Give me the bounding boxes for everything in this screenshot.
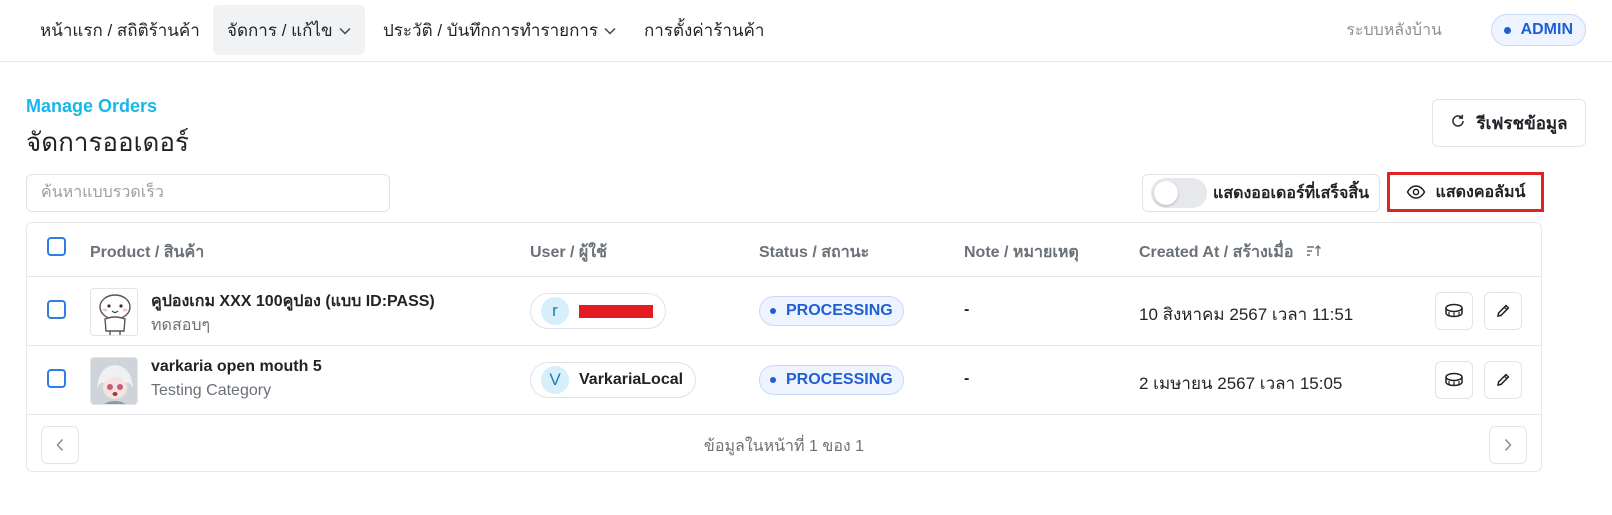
nav-item-label: ประวัติ / บันทึกการทำรายการ	[383, 20, 599, 40]
status-badge: PROCESSING	[759, 365, 904, 395]
toggle-knob	[1154, 181, 1178, 205]
table-header: Product / สินค้า User / ผู้ใช้ Status / …	[27, 223, 1541, 277]
pagination-text: ข้อมูลในหน้าที่ 1 ของ 1	[703, 438, 865, 455]
chevron-down-icon	[604, 24, 616, 38]
column-header-created-label: Created At / สร้างเมื่อ	[1139, 244, 1294, 261]
product-name: คูปองเกม XXX 100คูปอง (แบบ ID:PASS)	[151, 293, 435, 310]
column-header-product: Product / สินค้า	[90, 244, 205, 261]
redacted-username	[579, 304, 653, 318]
coin-action-button[interactable]	[1435, 292, 1473, 330]
toggle-label: แสดงออเดอร์ที่เสร็จสิ้น	[1213, 184, 1370, 202]
product-category: ทดสอบๆ	[151, 317, 211, 334]
product-category: Testing Category	[151, 382, 272, 399]
coin-stack-icon	[1445, 372, 1463, 387]
column-header-note: Note / หมายเหตุ	[964, 244, 1079, 261]
page-eyebrow: Manage Orders	[26, 96, 158, 116]
created-at-value: 10 สิงหาคม 2567 เวลา 11:51	[1139, 305, 1354, 324]
product-thumbnail	[90, 357, 138, 405]
column-header-created[interactable]: Created At / สร้างเมื่อ	[1139, 240, 1322, 265]
avatar: r	[541, 297, 569, 325]
eye-icon	[1406, 185, 1425, 199]
user-chip[interactable]: r	[530, 293, 666, 329]
row-checkbox[interactable]	[47, 300, 66, 319]
created-at-value: 2 เมษายน 2567 เวลา 15:05	[1139, 374, 1343, 393]
edit-button[interactable]	[1484, 292, 1522, 330]
table-row[interactable]: คูปองเกม XXX 100คูปอง (แบบ ID:PASS) ทดสอ…	[27, 277, 1541, 346]
anime-character-image	[91, 358, 137, 404]
nav-item-history[interactable]: ประวัติ / บันทึกการทำรายการ	[369, 5, 630, 55]
next-page-button[interactable]	[1489, 426, 1527, 464]
status-dot-icon	[770, 377, 776, 383]
product-name: varkaria open mouth 5	[151, 358, 322, 375]
note-value: -	[964, 301, 970, 318]
role-badge: ADMIN	[1490, 14, 1586, 46]
status-label: PROCESSING	[786, 371, 893, 388]
refresh-button[interactable]: รีเฟรชข้อมูล	[1432, 99, 1586, 147]
status-dot-icon	[1503, 26, 1511, 34]
nav-item-home-stats[interactable]: หน้าแรก / สถิติร้านค้า	[26, 5, 214, 55]
toggle-switch[interactable]	[1151, 178, 1207, 208]
nav-item-label: การตั้งค่าร้านค้า	[644, 20, 765, 40]
username: VarkariaLocal	[579, 371, 684, 388]
show-columns-button[interactable]: แสดงคอลัมน์	[1387, 172, 1544, 212]
top-navigation: หน้าแรก / สถิติร้านค้า จัดการ / แก้ไข ปร…	[0, 0, 1612, 62]
page-title: จัดการออเดอร์	[26, 127, 190, 157]
status-dot-icon	[770, 308, 776, 314]
pencil-icon	[1497, 373, 1510, 386]
select-all-checkbox[interactable]	[47, 237, 66, 256]
table-row[interactable]: varkaria open mouth 5 Testing Category V…	[27, 346, 1541, 415]
column-header-user: User / ผู้ใช้	[530, 244, 607, 261]
chevron-right-icon	[1504, 438, 1512, 452]
status-label: PROCESSING	[786, 302, 893, 319]
column-header-status: Status / สถานะ	[759, 244, 870, 261]
row-checkbox[interactable]	[47, 369, 66, 388]
nav-item-label: หน้าแรก / สถิติร้านค้า	[40, 20, 200, 40]
cartoon-character-image	[99, 294, 131, 335]
completed-orders-toggle[interactable]: แสดงออเดอร์ที่เสร็จสิ้น	[1142, 174, 1380, 212]
chevron-down-icon	[339, 24, 351, 38]
product-thumbnail	[90, 288, 138, 336]
coin-action-button[interactable]	[1435, 361, 1473, 399]
nav-item-label: จัดการ / แก้ไข	[227, 20, 333, 40]
note-value: -	[964, 370, 970, 387]
user-chip[interactable]: V VarkariaLocal	[530, 362, 697, 398]
edit-button[interactable]	[1484, 361, 1522, 399]
show-columns-label: แสดงคอลัมน์	[1435, 183, 1526, 201]
avatar: V	[541, 366, 569, 394]
nav-item-store-settings[interactable]: การตั้งค่าร้านค้า	[630, 5, 778, 55]
search-input[interactable]	[26, 174, 390, 212]
refresh-button-label: รีเฟรชข้อมูล	[1476, 113, 1568, 133]
coin-stack-icon	[1445, 303, 1463, 318]
pencil-icon	[1497, 304, 1510, 317]
backoffice-label: ระบบหลังบ้าน	[1346, 22, 1442, 39]
nav-item-manage[interactable]: จัดการ / แก้ไข	[213, 5, 365, 55]
sort-icon	[1306, 245, 1321, 256]
status-badge: PROCESSING	[759, 296, 904, 326]
role-badge-label: ADMIN	[1520, 21, 1573, 38]
refresh-icon	[1450, 113, 1466, 134]
